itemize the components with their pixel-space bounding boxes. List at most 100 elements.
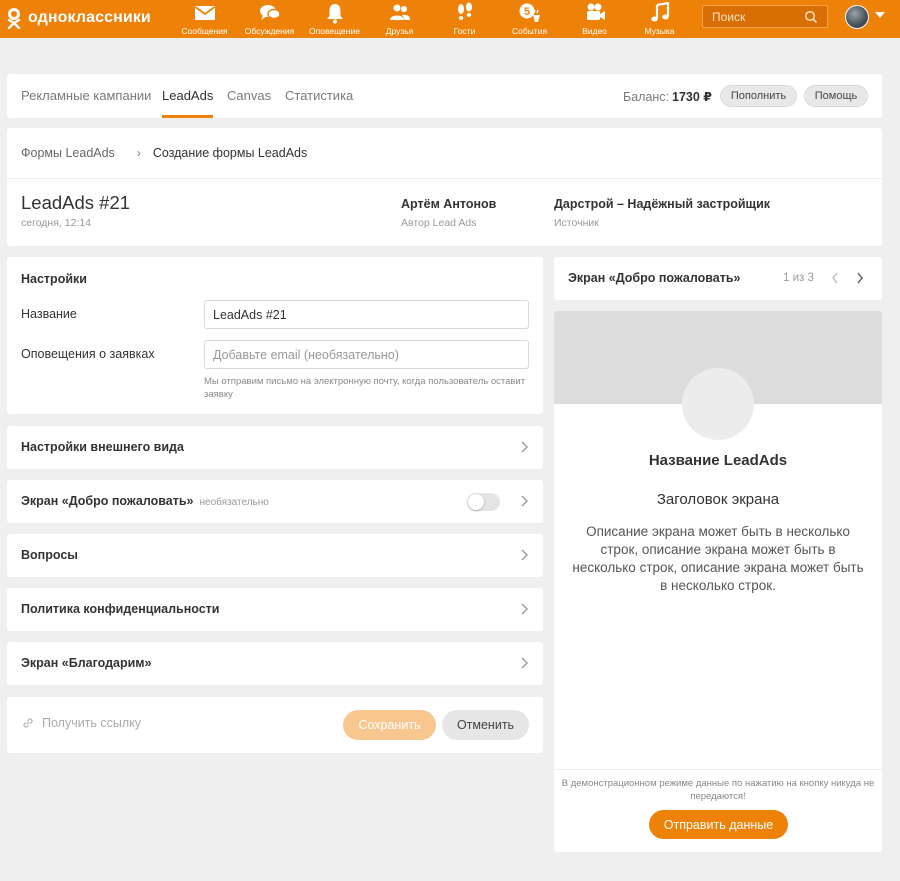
divider: [7, 178, 882, 179]
search-icon[interactable]: [804, 10, 818, 24]
nav-guests[interactable]: Гости: [432, 0, 497, 38]
tab-statistics[interactable]: Статистика: [285, 88, 353, 103]
balance: Баланс: 1730 ₽: [623, 89, 712, 104]
form-header-card: Формы LeadAds › Создание формы LeadAds L…: [7, 128, 882, 246]
nav-messages[interactable]: Сообщения: [172, 0, 237, 38]
section-title: Экран «Добро пожаловать» необязательно: [21, 494, 269, 508]
source-name: Дарстрой – Надёжный застройщик: [554, 197, 771, 211]
author-name: Артём Антонов: [401, 197, 497, 211]
preview-description: Описание экрана может быть в несколько с…: [572, 524, 864, 593]
active-tab-indicator: [162, 115, 213, 118]
preview-screen-title: Экран «Добро пожаловать»: [568, 271, 741, 285]
form-preview: Название LeadAds Заголовок экрана Описан…: [554, 311, 882, 852]
nav-label: Оповещение: [309, 26, 360, 36]
nav-friends[interactable]: Друзья: [367, 0, 432, 38]
form-name-input[interactable]: [204, 300, 529, 329]
nav-notifications[interactable]: Оповещение: [302, 0, 367, 38]
welcome-title: Экран «Добро пожаловать»: [21, 494, 194, 508]
section-title: Экран «Благодарим»: [21, 656, 152, 670]
nav-events[interactable]: 5 События: [497, 0, 562, 38]
section-thanks-screen[interactable]: Экран «Благодарим»: [7, 642, 543, 685]
settings-card: Настройки Название Оповещения о заявках …: [7, 257, 543, 414]
section-title: Политика конфиденциальности: [21, 602, 220, 616]
nav-discussions[interactable]: Обсуждения: [237, 0, 302, 38]
chevron-right-icon: [521, 603, 528, 615]
balance-label: Баланс:: [623, 90, 670, 104]
chevron-right-icon: ›: [136, 146, 141, 160]
notify-hint: Мы отправим письмо на электронную почту,…: [204, 376, 526, 400]
balance-value: 1730 ₽: [672, 90, 713, 104]
video-camera-icon: [586, 3, 605, 20]
cancel-button[interactable]: Отменить: [442, 710, 529, 740]
form-created-time: сегодня, 12:14: [21, 217, 92, 229]
svg-text:5: 5: [523, 6, 529, 18]
settings-title: Настройки: [21, 272, 87, 286]
submit-data-button[interactable]: Отправить данные: [649, 810, 788, 839]
section-questions[interactable]: Вопросы: [7, 534, 543, 577]
nav-label: Друзья: [385, 26, 414, 36]
welcome-screen-toggle[interactable]: [467, 493, 500, 511]
help-button[interactable]: Помощь: [804, 85, 868, 107]
preview-logo-placeholder: [682, 368, 754, 440]
search-input[interactable]: [703, 9, 803, 24]
breadcrumb-current: Создание формы LeadAds: [152, 146, 308, 160]
preview-pager: 1 из 3: [783, 272, 814, 284]
get-link-button[interactable]: Получить ссылку: [21, 716, 141, 730]
chevron-right-icon: [521, 495, 528, 507]
divider: [554, 769, 882, 770]
name-label: Название: [21, 307, 77, 321]
global-search[interactable]: [702, 5, 828, 28]
tab-leadads[interactable]: LeadAds: [162, 88, 213, 103]
preview-header: Экран «Добро пожаловать» 1 из 3: [554, 257, 882, 300]
nav-music[interactable]: Музыка: [627, 0, 692, 38]
nav-video[interactable]: Видео: [562, 0, 627, 38]
form-title: LeadAds #21: [21, 192, 131, 213]
nav-label: Гости: [453, 26, 476, 36]
envelope-icon: [194, 6, 215, 20]
user-menu-caret-icon[interactable]: [875, 12, 885, 18]
source-label: Источник: [554, 217, 599, 229]
ok-logo-icon: [6, 7, 22, 29]
nav-label: Сообщения: [181, 26, 228, 36]
chevron-left-icon[interactable]: [830, 270, 840, 286]
chevron-right-icon[interactable]: [855, 270, 865, 286]
section-title: Настройки внешнего вида: [21, 440, 184, 454]
toggle-knob: [468, 494, 484, 510]
user-avatar[interactable]: [845, 5, 869, 29]
events-icon: 5: [519, 3, 540, 22]
nav-label: Видео: [582, 26, 607, 36]
nav-label: Обсуждения: [244, 26, 295, 36]
chevron-right-icon: [521, 657, 528, 669]
footprints-icon: [457, 2, 472, 20]
notify-email-input[interactable]: [204, 340, 529, 369]
ads-tabs-bar: Рекламные кампании LeadAds Canvas Статис…: [7, 74, 882, 118]
breadcrumb-parent-link[interactable]: Формы LeadAds: [21, 146, 115, 160]
top-navigation-bar: одноклассники Сообщения Обсуждения Опове…: [0, 0, 900, 38]
nav-label: Музыка: [644, 26, 675, 36]
friends-icon: [389, 4, 410, 20]
form-actions: Получить ссылку Сохранить Отменить: [7, 697, 543, 753]
chevron-right-icon: [521, 549, 528, 561]
music-note-icon: [650, 2, 669, 22]
author-label: Автор Lead Ads: [401, 217, 477, 229]
odnoklassniki-logo[interactable]: одноклассники: [6, 6, 151, 30]
get-link-label: Получить ссылку: [42, 716, 142, 730]
nav-label: События: [511, 26, 548, 36]
save-button[interactable]: Сохранить: [343, 710, 436, 740]
chevron-right-icon: [521, 441, 528, 453]
preview-form-name: Название LeadAds: [648, 452, 788, 469]
section-appearance[interactable]: Настройки внешнего вида: [7, 426, 543, 469]
main-nav: Сообщения Обсуждения Оповещение Друзья Г…: [172, 0, 692, 38]
tab-ad-campaigns[interactable]: Рекламные кампании: [21, 88, 151, 103]
bell-icon: [326, 4, 343, 24]
section-welcome-screen[interactable]: Экран «Добро пожаловать» необязательно: [7, 480, 543, 523]
preview-screen-heading: Заголовок экрана: [656, 491, 780, 508]
link-icon: [23, 718, 33, 728]
demo-mode-note: В демонстрационном режиме данные по нажа…: [561, 778, 875, 802]
section-privacy-policy[interactable]: Политика конфиденциальности: [7, 588, 543, 631]
discussions-icon: [259, 5, 281, 20]
section-title: Вопросы: [21, 548, 78, 562]
logo-text: одноклассники: [28, 9, 151, 26]
topup-button[interactable]: Пополнить: [720, 85, 797, 107]
tab-canvas[interactable]: Canvas: [227, 88, 271, 103]
